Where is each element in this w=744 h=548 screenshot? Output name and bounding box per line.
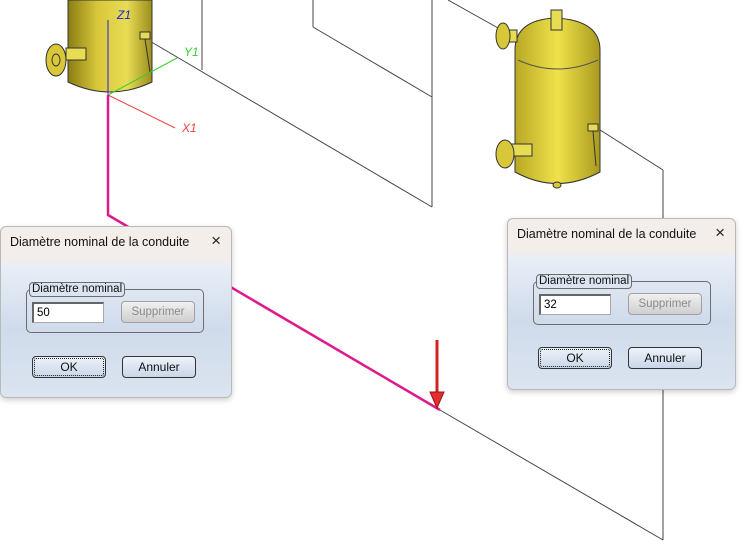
close-icon[interactable]: × (211, 231, 221, 251)
dialog-title: Diamètre nominal de la conduite (517, 227, 697, 241)
axis-y-label: Y1 (184, 45, 199, 59)
axis-z-label: Z1 (116, 8, 131, 22)
delete-button[interactable]: Supprimer (121, 301, 195, 323)
direction-arrow-icon (429, 340, 445, 410)
nominal-diameter-group: Diamètre nominal 32 Supprimer (533, 274, 711, 325)
cancel-button[interactable]: Annuler (122, 356, 196, 378)
nominal-diameter-input[interactable]: 32 (539, 294, 611, 315)
nominal-diameter-input[interactable]: 50 (32, 302, 104, 323)
ok-button[interactable]: OK (32, 356, 106, 378)
delete-button[interactable]: Supprimer (628, 293, 702, 315)
dialog-title: Diamètre nominal de la conduite (10, 235, 190, 249)
group-label: Diamètre nominal (29, 282, 126, 297)
cancel-button[interactable]: Annuler (628, 347, 702, 369)
nominal-diameter-group: Diamètre nominal 50 Supprimer (26, 282, 204, 333)
vessel-right[interactable] (495, 9, 601, 189)
dialog-nominal-diameter-right: Diamètre nominal de la conduite × Diamèt… (507, 218, 736, 390)
vessel-left[interactable] (45, 0, 153, 93)
close-icon[interactable]: × (715, 223, 725, 243)
dialog-nominal-diameter-left: Diamètre nominal de la conduite × Diamèt… (0, 226, 232, 398)
group-label: Diamètre nominal (536, 274, 633, 289)
axis-x-label: X1 (181, 121, 197, 135)
ok-button[interactable]: OK (538, 347, 612, 369)
